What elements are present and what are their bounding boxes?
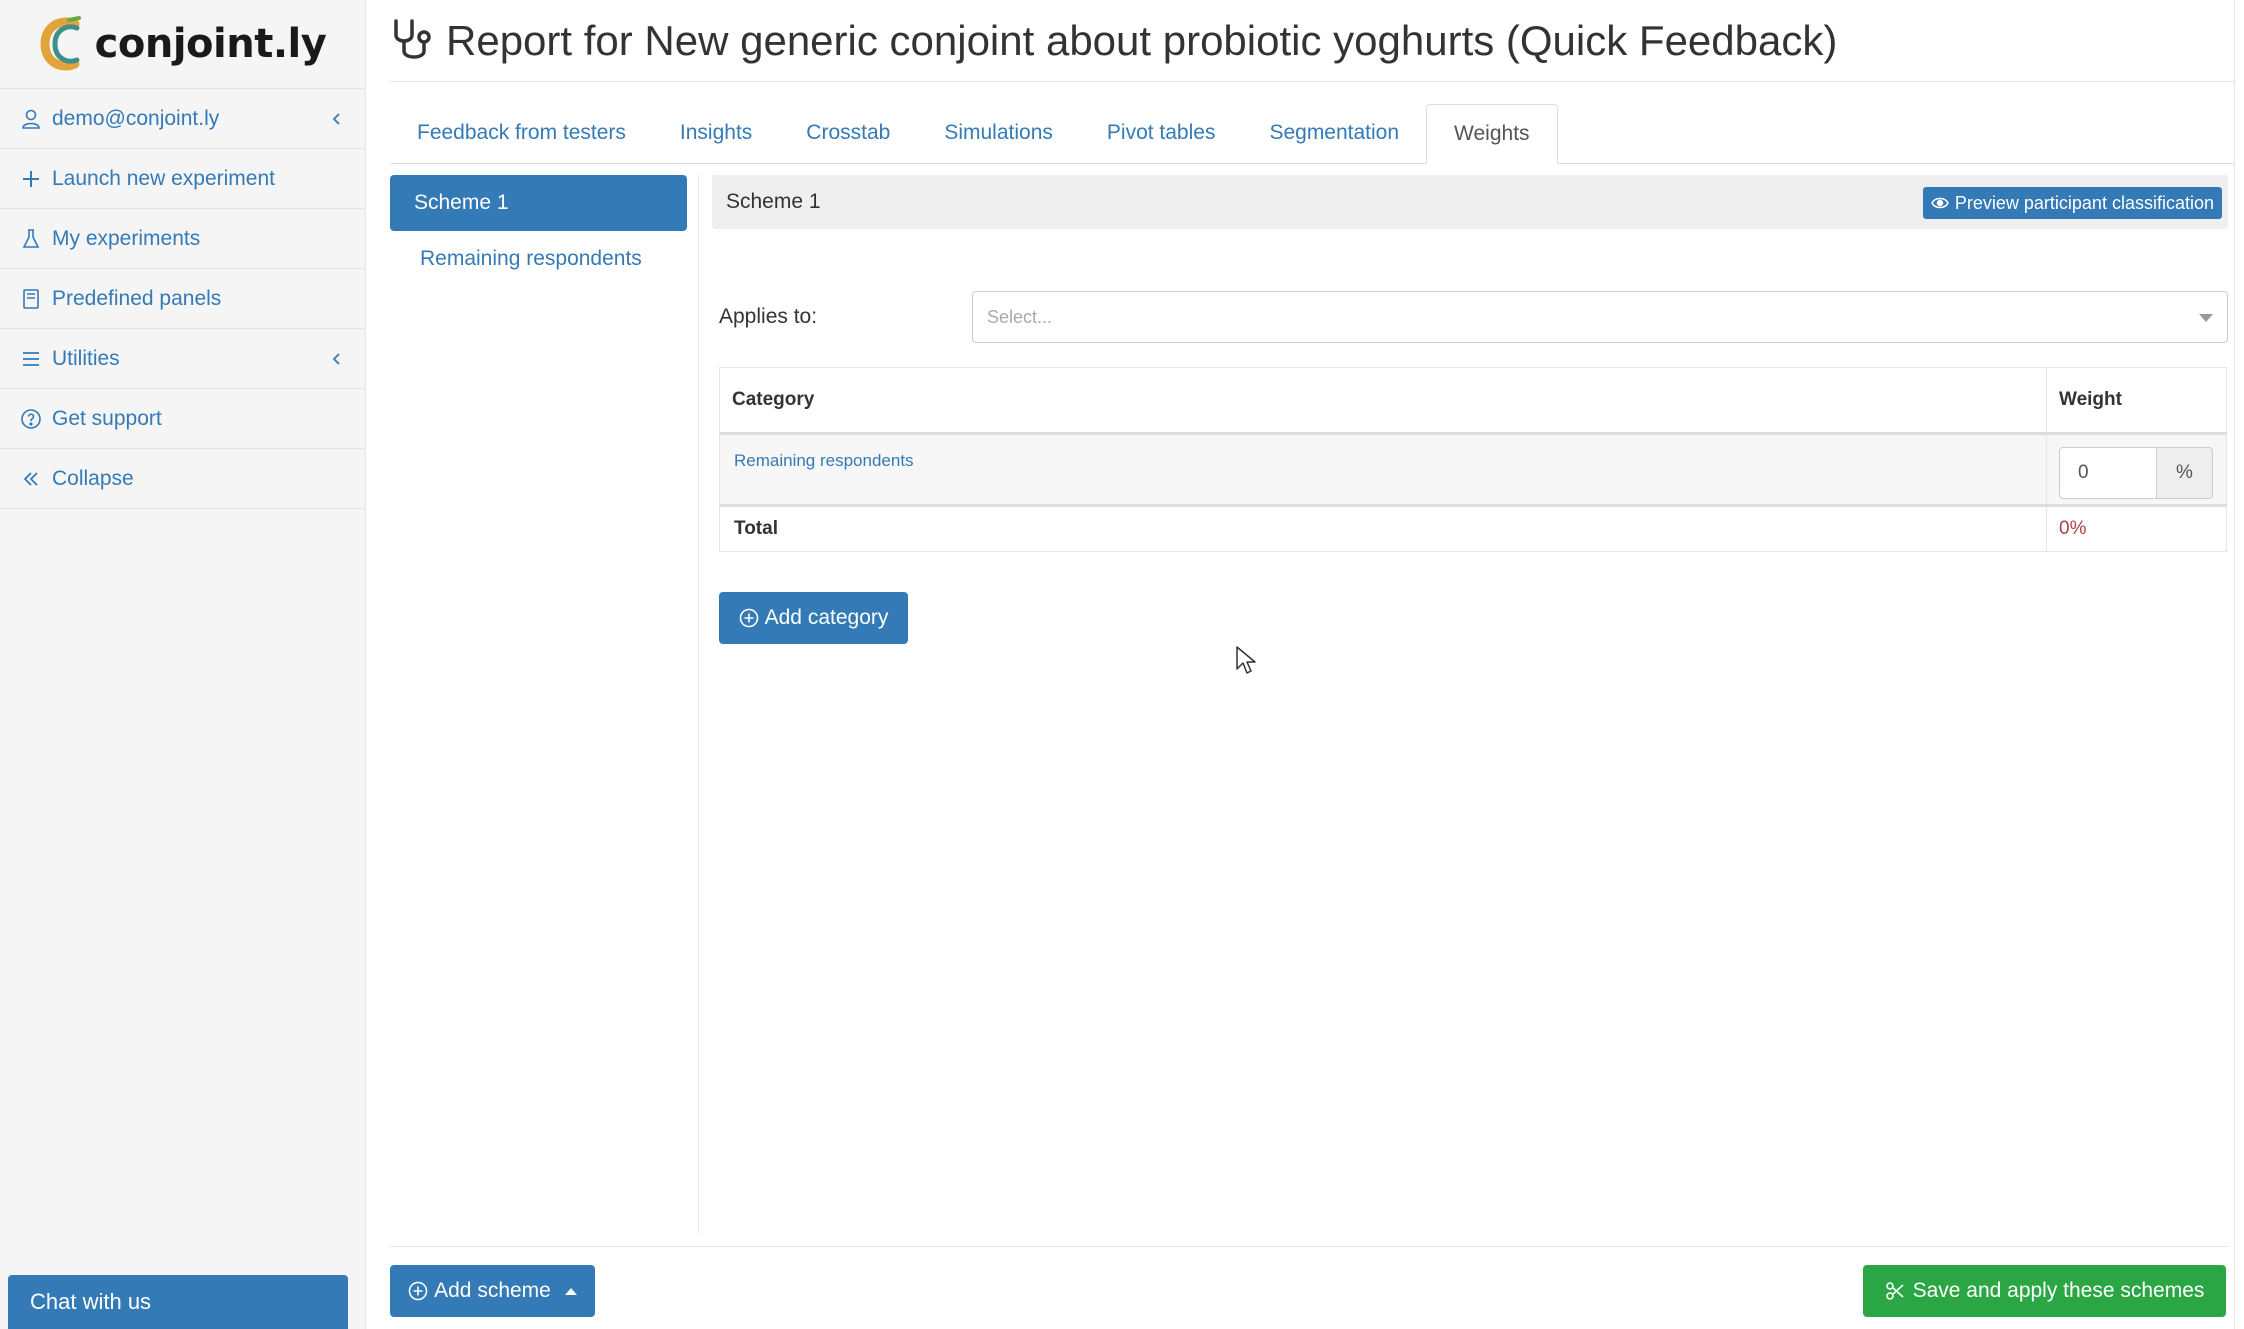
add-scheme-button[interactable]: Add scheme xyxy=(390,1265,595,1317)
brand-logo[interactable]: conjoint.ly xyxy=(0,0,365,88)
sidebar-item-my-experiments[interactable]: My experiments xyxy=(0,209,365,269)
page-title: Report for New generic conjoint about pr… xyxy=(446,16,1838,64)
plus-circle-icon xyxy=(739,608,758,628)
weight-input-group: % xyxy=(2059,447,2213,499)
scheme-panel-header: Scheme 1 Preview participant classificat… xyxy=(712,175,2228,229)
scheme-list: Scheme 1 Remaining respondents xyxy=(390,175,687,287)
sidebar-item-label: Utilities xyxy=(52,346,120,370)
caret-down-icon xyxy=(2199,314,2213,322)
double-chevron-left-icon xyxy=(20,468,42,490)
plus-icon xyxy=(20,168,42,190)
flask-icon xyxy=(20,228,42,250)
sidebar-item-label: My experiments xyxy=(52,226,201,250)
scheme-item-remaining-respondents[interactable]: Remaining respondents xyxy=(390,231,687,287)
menu-icon xyxy=(20,348,42,370)
tab-feedback-from-testers[interactable]: Feedback from testers xyxy=(390,103,653,163)
total-label: Total xyxy=(734,518,778,539)
scheme-item-scheme-1[interactable]: Scheme 1 xyxy=(390,175,687,231)
sidebar-item-utilities[interactable]: Utilities xyxy=(0,329,365,389)
sidebar-item-predefined-panels[interactable]: Predefined panels xyxy=(0,269,365,329)
main-content: Report for New generic conjoint about pr… xyxy=(390,0,2234,1329)
sidebar-item-collapse[interactable]: Collapse xyxy=(0,449,365,509)
scissors-icon xyxy=(1885,1282,1904,1300)
column-header-category: Category xyxy=(719,367,2047,435)
sidebar-nav: demo@conjoint.ly Launch new experiment M… xyxy=(0,88,365,509)
question-icon xyxy=(20,408,42,430)
page-header: Report for New generic conjoint about pr… xyxy=(390,0,2234,82)
category-link-remaining-respondents[interactable]: Remaining respondents xyxy=(734,451,914,470)
sidebar-item-label: Predefined panels xyxy=(52,286,222,310)
weight-input[interactable] xyxy=(2059,447,2157,499)
sidebar: conjoint.ly demo@conjoint.ly Launch new … xyxy=(0,0,366,1329)
report-tabs: Feedback from testers Insights Crosstab … xyxy=(390,104,2234,164)
tab-crosstab[interactable]: Crosstab xyxy=(779,103,917,163)
percent-addon: % xyxy=(2157,447,2213,499)
weights-table: Category Weight Remaining respondents % … xyxy=(719,367,2227,552)
scheme-panel-title: Scheme 1 xyxy=(726,190,821,213)
sidebar-item-get-support[interactable]: Get support xyxy=(0,389,365,449)
caret-up-icon xyxy=(564,1287,577,1295)
user-icon xyxy=(20,108,42,130)
tab-weights[interactable]: Weights xyxy=(1426,104,1558,164)
table-row: Remaining respondents % xyxy=(719,433,2227,507)
brand-name: conjoint.ly xyxy=(94,21,327,67)
book-icon xyxy=(20,288,42,310)
add-scheme-label: Add scheme xyxy=(434,1279,551,1302)
eye-icon xyxy=(1931,197,1949,209)
scheme-panel: Scheme 1 Preview participant classificat… xyxy=(712,175,2228,644)
save-and-apply-label: Save and apply these schemes xyxy=(1912,1279,2205,1302)
divider xyxy=(698,175,699,1233)
sidebar-item-launch-new-experiment[interactable]: Launch new experiment xyxy=(0,149,365,209)
add-category-label: Add category xyxy=(764,606,889,629)
applies-to-row: Applies to: Select... xyxy=(719,291,2228,343)
plus-circle-icon xyxy=(408,1281,428,1301)
chat-with-us-button[interactable]: Chat with us xyxy=(8,1275,348,1329)
sidebar-item-label: demo@conjoint.ly xyxy=(52,106,220,130)
sidebar-item-label: Collapse xyxy=(52,466,134,490)
tab-pivot-tables[interactable]: Pivot tables xyxy=(1080,103,1243,163)
mouse-pointer-icon xyxy=(1236,646,1256,674)
save-and-apply-button[interactable]: Save and apply these schemes xyxy=(1863,1265,2226,1317)
footer-divider xyxy=(390,1246,2228,1247)
tab-segmentation[interactable]: Segmentation xyxy=(1242,103,1426,163)
column-header-weight: Weight xyxy=(2046,367,2227,435)
tab-simulations[interactable]: Simulations xyxy=(917,103,1080,163)
stethoscope-icon xyxy=(394,18,431,59)
chevron-left-icon xyxy=(332,352,340,365)
applies-to-select[interactable]: Select... xyxy=(972,291,2228,343)
sidebar-item-label: Get support xyxy=(52,406,162,430)
add-category-button[interactable]: Add category xyxy=(719,592,908,644)
preview-participant-classification-button[interactable]: Preview participant classification xyxy=(1922,187,2222,219)
applies-to-placeholder: Select... xyxy=(987,306,1053,327)
chevron-left-icon xyxy=(332,112,340,125)
conjointly-logo-icon xyxy=(40,16,81,71)
table-total-row: Total 0% xyxy=(720,505,2227,552)
page-scrollbar[interactable] xyxy=(2234,0,2244,1329)
total-value: 0% xyxy=(2046,505,2227,552)
sidebar-item-account[interactable]: demo@conjoint.ly xyxy=(0,89,365,149)
tab-insights[interactable]: Insights xyxy=(653,103,779,163)
preview-button-label: Preview participant classification xyxy=(1954,192,2214,213)
applies-to-label: Applies to: xyxy=(719,305,818,328)
sidebar-item-label: Launch new experiment xyxy=(52,166,275,190)
